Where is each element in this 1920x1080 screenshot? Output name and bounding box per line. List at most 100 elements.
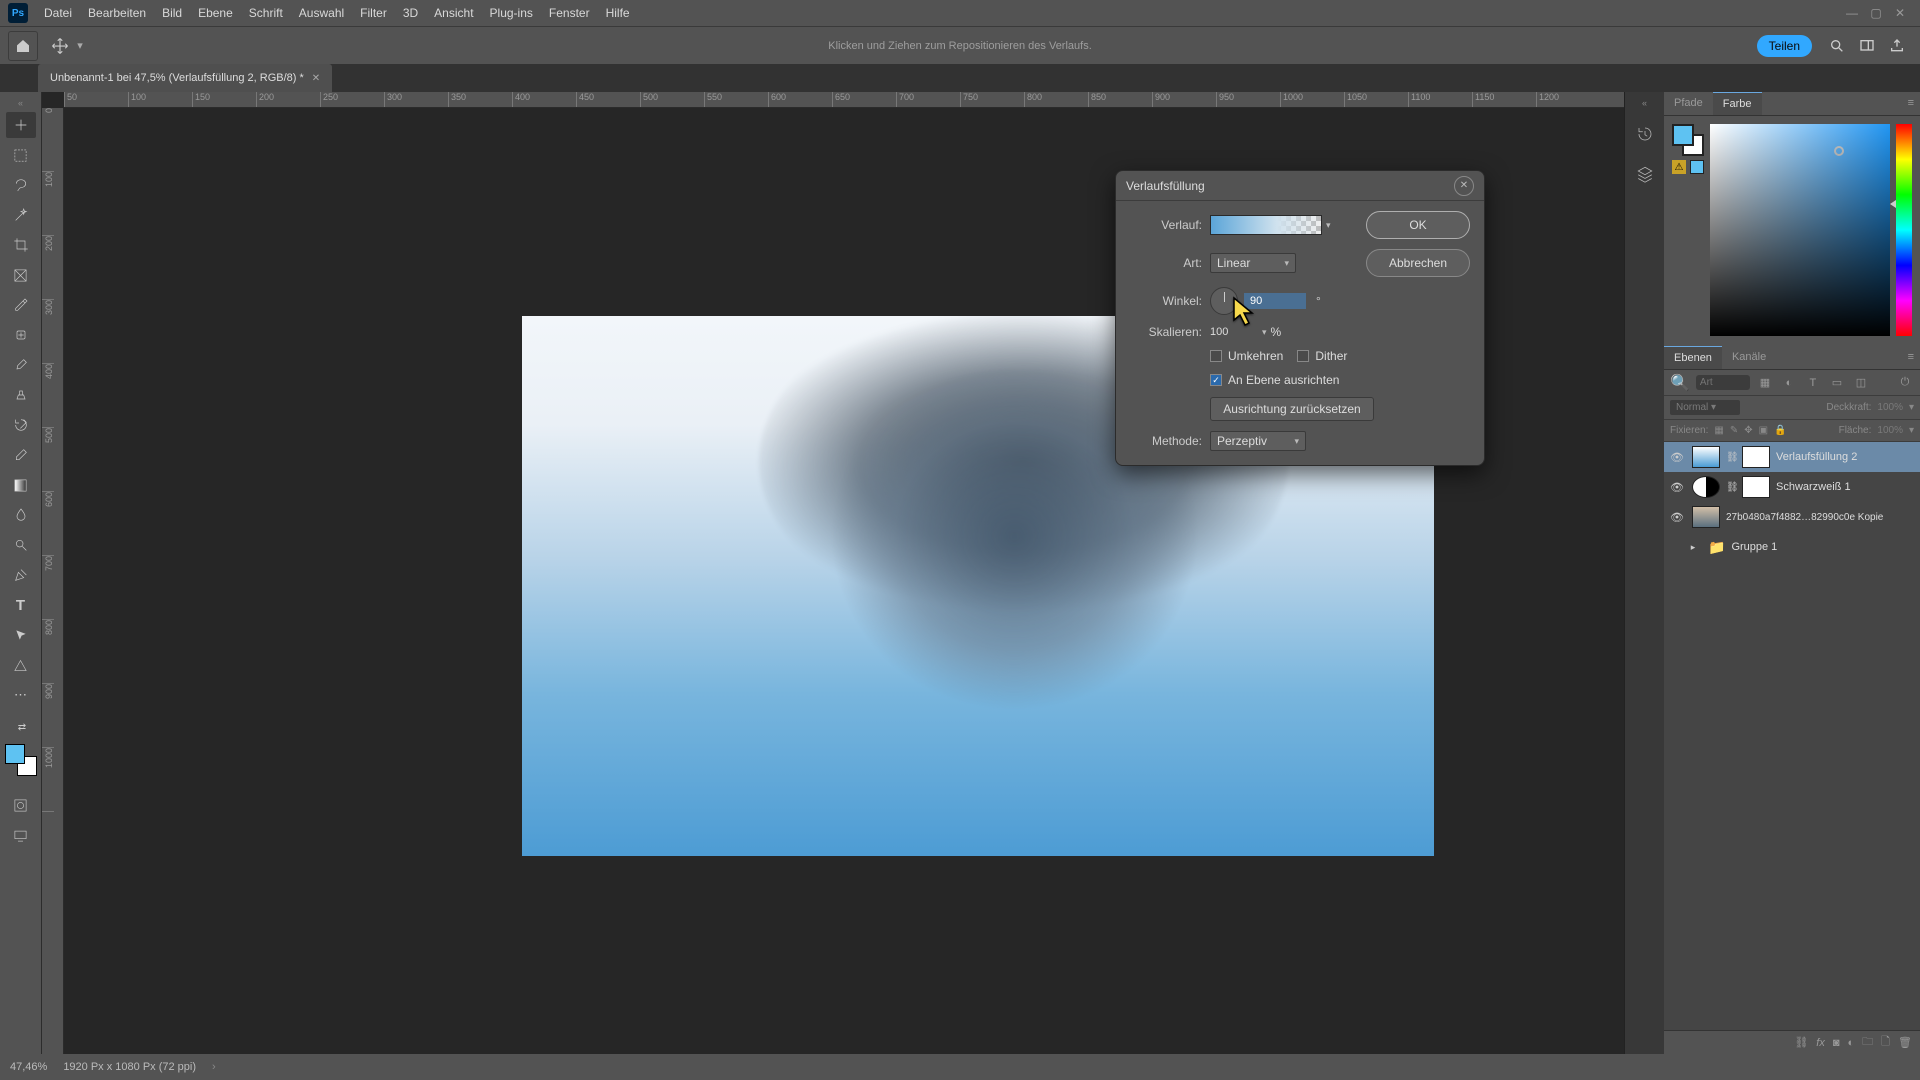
magic-wand-tool[interactable] — [6, 202, 36, 228]
lasso-tool[interactable] — [6, 172, 36, 198]
dither-checkbox[interactable]: Dither — [1297, 349, 1347, 363]
scale-input[interactable] — [1210, 326, 1258, 338]
search-icon[interactable] — [1822, 31, 1852, 61]
gamut-warning-icon[interactable]: ⚠ — [1672, 160, 1686, 174]
menu-bearbeiten[interactable]: Bearbeiten — [80, 6, 154, 20]
app-logo[interactable]: Ps — [8, 3, 28, 23]
options-dropdown-icon[interactable]: ▾ — [74, 32, 86, 60]
lock-brush-icon[interactable]: ✎ — [1730, 425, 1738, 436]
color-swatches[interactable] — [5, 744, 37, 776]
window-maximize-button[interactable]: ▢ — [1864, 6, 1888, 20]
frame-tool[interactable] — [6, 262, 36, 288]
filter-type-icon[interactable]: T — [1804, 374, 1822, 392]
history-panel-icon[interactable] — [1631, 120, 1659, 148]
link-icon[interactable]: ⛓ — [1726, 452, 1736, 463]
layer-name[interactable]: Verlaufsfüllung 2 — [1776, 451, 1857, 463]
align-layer-checkbox[interactable]: ✓An Ebene ausrichten — [1210, 373, 1339, 387]
clone-stamp-tool[interactable] — [6, 382, 36, 408]
fill-value[interactable]: 100% — [1877, 425, 1903, 436]
color-field[interactable] — [1710, 124, 1890, 336]
layer-thumb[interactable] — [1692, 446, 1720, 468]
brush-tool[interactable] — [6, 352, 36, 378]
filter-image-icon[interactable]: ▦ — [1756, 374, 1774, 392]
quick-mask-tool[interactable] — [6, 792, 36, 818]
filter-smart-icon[interactable]: ◫ — [1852, 374, 1870, 392]
add-mask-icon[interactable]: ◙ — [1833, 1037, 1840, 1049]
layer-fx-icon[interactable]: fx — [1816, 1037, 1825, 1049]
layers-panel-icon[interactable] — [1631, 160, 1659, 188]
history-brush-tool[interactable] — [6, 412, 36, 438]
visibility-icon[interactable]: 👁 — [1668, 511, 1686, 524]
crop-tool[interactable] — [6, 232, 36, 258]
home-icon[interactable] — [8, 31, 38, 61]
menu-bild[interactable]: Bild — [154, 6, 190, 20]
layer-row-blackwhite[interactable]: 👁 ⛓ Schwarzweiß 1 — [1664, 472, 1920, 502]
hue-pointer[interactable] — [1890, 200, 1896, 208]
new-group-icon[interactable]: 🗀 — [1862, 1033, 1873, 1052]
lock-pixels-icon[interactable]: ▦ — [1714, 425, 1723, 436]
menu-plugins[interactable]: Plug-ins — [482, 6, 541, 20]
foreground-color-swatch[interactable] — [5, 744, 25, 764]
scale-dropdown-icon[interactable]: ▾ — [1262, 327, 1267, 338]
document-tab[interactable]: Unbenannt-1 bei 47,5% (Verlaufsfüllung 2… — [38, 64, 332, 92]
lock-position-icon[interactable]: ✥ — [1744, 425, 1752, 436]
filter-adjustment-icon[interactable]: ◐ — [1780, 374, 1798, 392]
method-select[interactable]: Perzeptiv▾ — [1210, 431, 1306, 451]
tab-kanaele[interactable]: Kanäle — [1722, 346, 1776, 369]
new-adjustment-icon[interactable]: ◐ — [1848, 1037, 1855, 1049]
gradient-preview[interactable] — [1210, 215, 1322, 235]
filter-toggle-icon[interactable]: ⏻ — [1896, 374, 1914, 392]
filter-shape-icon[interactable]: ▭ — [1828, 374, 1846, 392]
visibility-icon[interactable]: 👁 — [1668, 451, 1686, 464]
reset-alignment-button[interactable]: Ausrichtung zurücksetzen — [1210, 397, 1374, 421]
dock-collapse-icon[interactable]: « — [1642, 98, 1647, 108]
blur-tool[interactable] — [6, 502, 36, 528]
layer-name[interactable]: Gruppe 1 — [1731, 541, 1777, 553]
layer-mask[interactable] — [1742, 476, 1770, 498]
export-icon[interactable] — [1882, 31, 1912, 61]
marquee-tool[interactable] — [6, 142, 36, 168]
menu-hilfe[interactable]: Hilfe — [598, 6, 638, 20]
healing-brush-tool[interactable] — [6, 322, 36, 348]
hue-strip[interactable] — [1896, 124, 1912, 336]
dodge-tool[interactable] — [6, 532, 36, 558]
toolbox-collapse-icon[interactable]: « — [18, 98, 23, 108]
ok-button[interactable]: OK — [1366, 211, 1470, 239]
menu-ansicht[interactable]: Ansicht — [426, 6, 481, 20]
dialog-close-button[interactable]: ✕ — [1454, 176, 1474, 196]
panel-menu-icon[interactable]: ≡ — [1902, 92, 1920, 115]
layers-filter-input[interactable] — [1696, 375, 1750, 390]
lock-all-icon[interactable]: 🔒 — [1774, 425, 1786, 436]
new-layer-icon[interactable]: 🗋 — [1881, 1033, 1890, 1052]
menu-datei[interactable]: Datei — [36, 6, 80, 20]
document-info[interactable]: 1920 Px x 1080 Px (72 ppi) — [63, 1061, 196, 1073]
opacity-value[interactable]: 100% — [1877, 402, 1903, 413]
dialog-titlebar[interactable]: Verlaufsfüllung ✕ — [1116, 171, 1484, 201]
swap-colors-icon[interactable]: ⇄ — [7, 720, 37, 734]
window-minimize-button[interactable]: — — [1840, 6, 1864, 20]
umkehren-checkbox[interactable]: Umkehren — [1210, 349, 1283, 363]
menu-ebene[interactable]: Ebene — [190, 6, 241, 20]
layer-name[interactable]: Schwarzweiß 1 — [1776, 481, 1851, 493]
lock-artboard-icon[interactable]: ▣ — [1759, 425, 1768, 436]
layer-name[interactable]: 27b0480a7f4882…82990c0e Kopie — [1726, 512, 1883, 523]
rectangle-tool[interactable] — [6, 652, 36, 678]
filter-search-icon[interactable]: 🔍 — [1670, 373, 1690, 393]
visibility-icon[interactable]: 👁 — [1668, 481, 1686, 494]
gradient-fill-dialog[interactable]: Verlaufsfüllung ✕ Verlauf: ▾ OK Art: Lin… — [1115, 170, 1485, 466]
websafe-icon[interactable] — [1690, 160, 1704, 174]
eyedropper-tool[interactable] — [6, 292, 36, 318]
gradient-dropdown-icon[interactable]: ▾ — [1326, 220, 1331, 231]
gradient-tool[interactable] — [6, 472, 36, 498]
type-tool[interactable]: T — [6, 592, 36, 618]
link-layers-icon[interactable]: ⛓ — [1794, 1036, 1808, 1049]
move-tool-icon[interactable] — [46, 32, 74, 60]
menu-schrift[interactable]: Schrift — [241, 6, 291, 20]
group-toggle-icon[interactable]: ▸ — [1684, 542, 1702, 553]
type-select[interactable]: Linear▾ — [1210, 253, 1296, 273]
share-button[interactable]: Teilen — [1757, 35, 1812, 57]
menu-filter[interactable]: Filter — [352, 6, 395, 20]
layer-mask[interactable] — [1742, 446, 1770, 468]
color-cursor[interactable] — [1834, 146, 1844, 156]
window-close-button[interactable]: ✕ — [1888, 6, 1912, 20]
